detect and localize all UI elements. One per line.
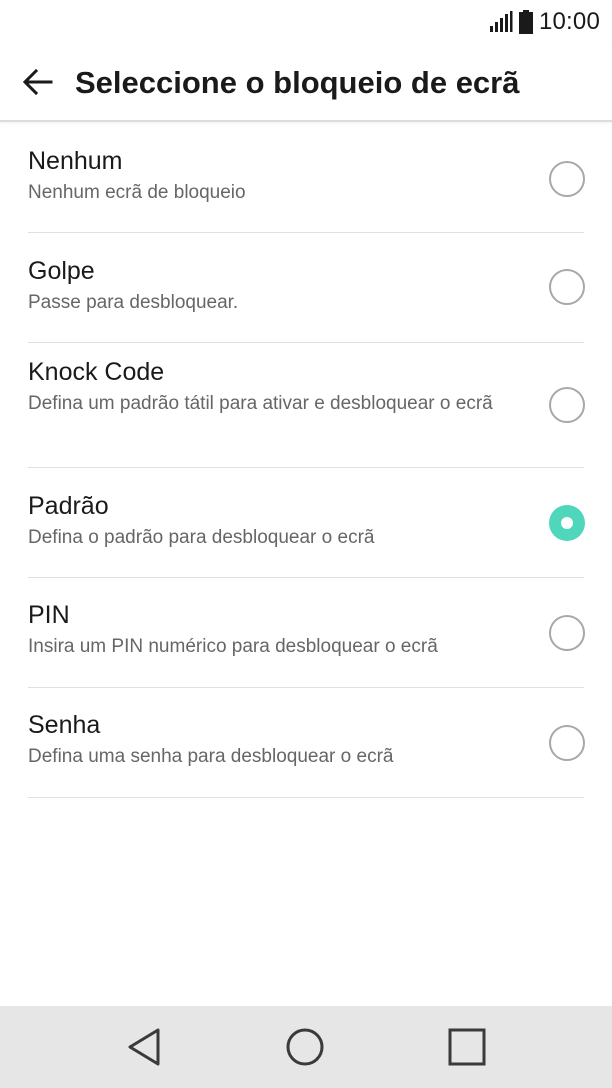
battery-icon [518,10,533,34]
status-bar: 10:00 [0,0,612,44]
option-pin[interactable]: PIN Insira um PIN numérico para desbloqu… [0,578,612,688]
signal-icon [489,11,513,32]
option-golpe[interactable]: Golpe Passe para desbloquear. [0,233,612,343]
arrow-left-icon [23,69,53,95]
option-title: PIN [28,601,70,629]
page-title: Seleccione o bloqueio de ecrã [75,65,520,100]
recents-square-icon [448,1028,486,1066]
back-triangle-icon [128,1028,160,1066]
radio-button[interactable] [549,161,585,197]
option-padrao[interactable]: Padrão Defina o padrão para desbloquear … [0,468,612,578]
home-circle-icon [286,1028,324,1066]
option-title: Knock Code [28,358,165,386]
radio-button-selected[interactable] [549,505,585,541]
option-title: Padrão [28,492,109,520]
radio-button[interactable] [549,269,585,305]
app-bar: Seleccione o bloqueio de ecrã [0,44,612,122]
option-title: Golpe [28,257,95,285]
option-text: PIN Insira um PIN numérico para desbloqu… [28,600,516,663]
option-description: Defina o padrão para desbloquear o ecrã [28,527,375,548]
option-nenhum[interactable]: Nenhum Nenhum ecrã de bloqueio [0,124,612,233]
option-text: Padrão Defina o padrão para desbloquear … [28,491,516,554]
nav-back-button[interactable] [121,1024,167,1070]
option-description: Insira um PIN numérico para desbloquear … [28,636,438,657]
option-text: Senha Defina uma senha para desbloquear … [28,710,516,773]
navigation-bar [0,1006,612,1088]
option-description: Nenhum ecrã de bloqueio [28,182,246,203]
option-text: Golpe Passe para desbloquear. [28,256,516,319]
option-text: Nenhum Nenhum ecrã de bloqueio [28,146,516,209]
option-title: Nenhum [28,147,123,175]
option-description: Defina um padrão tátil para ativar e des… [28,393,493,414]
option-description: Passe para desbloquear. [28,292,239,313]
radio-button[interactable] [549,615,585,651]
lock-options-list: Nenhum Nenhum ecrã de bloqueio Golpe Pas… [0,124,612,798]
radio-button[interactable] [549,387,585,423]
option-knock-code[interactable]: Knock Code Defina um padrão tátil para a… [0,343,612,468]
status-icons: 10:00 [489,8,600,36]
option-text: Knock Code Defina um padrão tátil para a… [28,357,516,420]
back-button[interactable] [20,64,56,100]
divider [28,797,584,798]
nav-home-button[interactable] [282,1024,328,1070]
nav-recents-button[interactable] [444,1024,490,1070]
option-senha[interactable]: Senha Defina uma senha para desbloquear … [0,688,612,798]
status-time: 10:00 [538,8,600,35]
option-description: Defina uma senha para desbloquear o ecrã [28,746,394,767]
option-title: Senha [28,711,101,739]
radio-button[interactable] [549,725,585,761]
